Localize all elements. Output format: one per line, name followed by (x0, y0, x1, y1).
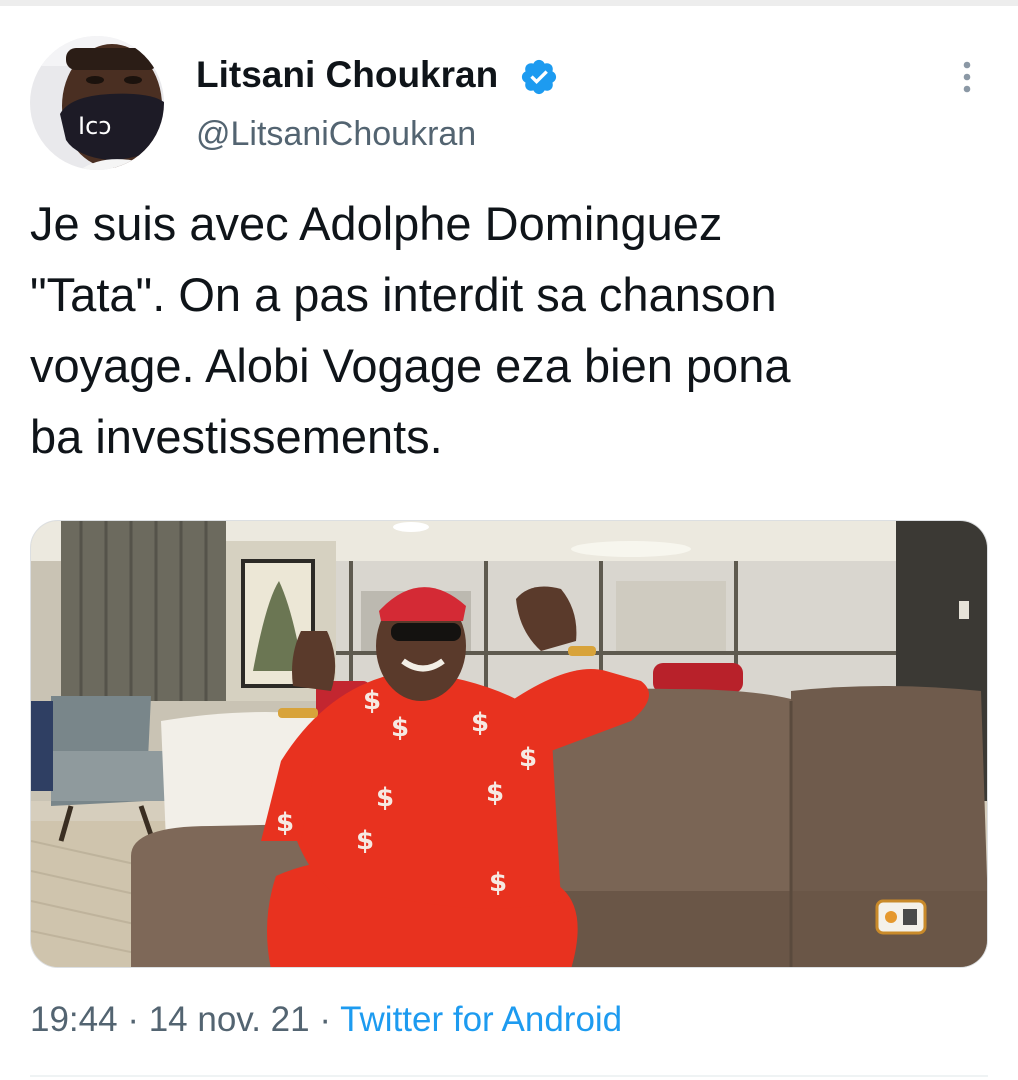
verified-badge-icon (521, 59, 557, 95)
author-name[interactable]: Litsani Choukran (196, 54, 498, 96)
tweet-source-link[interactable]: Twitter for Android (340, 1000, 622, 1039)
more-options-icon[interactable] (945, 55, 989, 99)
tweet-meta: 19:44 · 14 nov. 21 · Twitter for Android (30, 1000, 622, 1040)
shirt-dollar-symbol: $ (489, 868, 507, 898)
tweet-date[interactable]: 14 nov. 21 (149, 1000, 310, 1039)
meta-separator: · (319, 1000, 331, 1039)
tweet-text-line: voyage. Alobi Vogage eza bien pona (30, 339, 791, 392)
photo-watermark-icon (875, 899, 927, 935)
shirt-dollar-symbol: $ (519, 743, 537, 773)
bottom-divider (30, 1075, 988, 1077)
shirt-dollar-symbol: $ (276, 808, 294, 838)
shirt-dollar-symbol: $ (356, 826, 374, 856)
author-handle[interactable]: @LitsaniChoukran (196, 115, 476, 154)
shirt-dollar-symbol: $ (486, 778, 504, 808)
shirt-dollar-symbol: $ (391, 713, 409, 743)
top-divider (0, 0, 1018, 6)
shirt-dollar-symbol: $ (471, 708, 489, 738)
shirt-dollar-symbol: $ (363, 686, 381, 716)
avatar-photo: Icɔ (30, 36, 164, 170)
tweet-time[interactable]: 19:44 (30, 1000, 118, 1039)
photo-scene: $ $ $ $ $ $ $ $ $ (31, 521, 987, 967)
tweet-text-line: ba investissements. (30, 410, 443, 463)
tweet-text-line: Je suis avec Adolphe Dominguez (30, 197, 723, 250)
shirt-dollar-symbol: $ (376, 783, 394, 813)
meta-separator: · (127, 1000, 139, 1039)
tweet-text-line: "Tata". On a pas interdit sa chanson (30, 268, 777, 321)
tweet-text: Je suis avec Adolphe Dominguez "Tata". O… (30, 188, 980, 472)
tweet-photo[interactable]: $ $ $ $ $ $ $ $ $ (30, 520, 988, 968)
avatar[interactable]: Icɔ (30, 36, 164, 170)
mask-text: Icɔ (78, 112, 111, 140)
